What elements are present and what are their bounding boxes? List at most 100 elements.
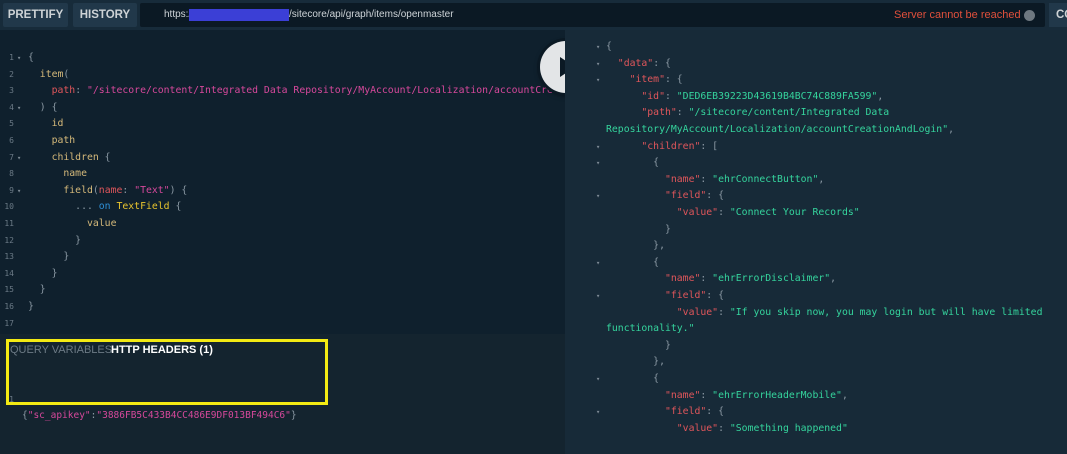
code-token: : (718, 306, 730, 318)
code-text: path: "/sitecore/content/Integrated Data… (28, 83, 565, 100)
line-number: 17 (4, 318, 14, 328)
result-text: "name": "ehrErrorHeaderMobile", (606, 388, 848, 405)
result-line: "id": "DED6EB39223D43619B4BC74C889FA599"… (565, 89, 1067, 106)
code-token: functionality." (606, 323, 695, 335)
code-text: id (28, 116, 64, 133)
code-token: "Something happened" (729, 422, 848, 434)
result-text: } (606, 222, 671, 239)
code-token: path (28, 85, 76, 97)
code-token: "DED6EB39223D43619B4BC74C889FA599" (676, 90, 878, 102)
result-text: "value": "If you skip now, you may login… (606, 305, 1043, 322)
result-text: "field": { (606, 188, 724, 205)
code-token: : { (653, 57, 671, 69)
code-token: "ehrErrorDisclaimer" (712, 273, 831, 285)
line-number: 12 (4, 235, 14, 245)
code-token: { (606, 256, 660, 268)
code-token: ) { (28, 101, 58, 113)
fold-arrow-icon: ▾ (596, 375, 601, 383)
code-line: 5 id (0, 116, 565, 133)
result-text: "value": "Connect Your Records" (606, 205, 860, 222)
code-text: } (28, 249, 69, 266)
server-status-text: Server cannot be reached (894, 9, 1021, 21)
result-line: ▾ "field": { (565, 288, 1067, 305)
code-line: 13 } (0, 249, 565, 266)
line-number: 16 (4, 302, 14, 311)
code-token: } (28, 267, 58, 279)
code-text: item( (28, 67, 70, 84)
code-token: } (28, 234, 82, 246)
result-text: { (606, 39, 612, 56)
code-token: }, (606, 240, 665, 252)
result-text: "id": "DED6EB39223D43619B4BC74C889FA599"… (606, 89, 883, 106)
code-token: { (606, 157, 660, 169)
url-path: /sitecore/api/graph/items/openmaster (289, 9, 454, 20)
fold-arrow-icon: ▾ (596, 76, 601, 85)
result-line: ▾{ (565, 39, 1067, 56)
fold-arrow-icon: ▾ (596, 142, 601, 151)
code-token: field (28, 184, 93, 196)
line-number: 15 (4, 285, 14, 295)
code-token: } (28, 284, 46, 296)
code-text: field(name: "Text") { (28, 183, 187, 200)
result-line: ▾ { (565, 255, 1067, 272)
code-token: "field" (606, 406, 707, 418)
code-token: "name" (606, 273, 701, 285)
code-token: "field" (606, 290, 707, 301)
code-token: : { (706, 406, 724, 418)
code-line: 2 item( (0, 67, 565, 84)
code-token: : { (706, 190, 724, 202)
code-token: Repository/MyAccount/Localization/accoun… (606, 124, 949, 135)
result-line: "value": "Connect Your Records" (565, 205, 1067, 222)
code-line: 6 path (0, 133, 565, 150)
code-token: , (818, 173, 825, 185)
code-token: children (28, 151, 99, 163)
line-number: 7 (9, 152, 14, 162)
code-token: "/sitecore/content/Integrated Data (688, 107, 890, 119)
code-token: "3886FB5C433B4CC486E9DF013BF494C6" (96, 410, 291, 421)
result-line: ▾ "children": [ (565, 139, 1067, 156)
server-status-dot-icon (1024, 10, 1035, 21)
copy-curl-button[interactable]: CO (1049, 3, 1067, 27)
result-text: { (606, 255, 659, 272)
code-token: } (290, 410, 297, 421)
redacted-host (189, 9, 289, 21)
result-text: "field": { (606, 404, 724, 421)
code-line: 12 } (0, 233, 565, 250)
code-token: : (700, 173, 713, 185)
result-line: "value": "If you skip now, you may login… (565, 305, 1067, 322)
code-text: name (28, 166, 87, 183)
fold-arrow-icon: ▾ (596, 159, 601, 168)
result-line: Repository/MyAccount/Localization/accoun… (565, 122, 1067, 139)
query-editor[interactable]: 1 ▾{2 item(3 path: "/sitecore/content/Int… (0, 30, 565, 334)
prettify-button[interactable]: PRETTIFY (3, 3, 68, 27)
code-token: : (718, 422, 730, 434)
line-number: 2 (9, 69, 14, 79)
code-token: id (28, 118, 64, 130)
code-line: 17 (0, 316, 565, 333)
endpoint-url-input[interactable]: https:// /sitecore/api/graph/items/openm… (140, 3, 1045, 27)
code-line: 11 value (0, 216, 565, 233)
code-token: : (122, 184, 135, 196)
line-number: 1 (9, 53, 14, 62)
result-line: ▾ "field": { (565, 404, 1067, 421)
fold-arrow-icon: ▾ (17, 186, 22, 195)
result-text: "name": "ehrErrorDisclaimer", (606, 271, 836, 288)
code-text: } (28, 282, 46, 299)
fold-arrow-icon: ▾ (17, 103, 22, 112)
fold-arrow-icon: ▾ (596, 292, 601, 300)
fold-arrow-icon: ▾ (596, 43, 601, 51)
history-button[interactable]: HISTORY (73, 3, 137, 27)
code-text: path (28, 133, 76, 150)
code-token: "Text" (134, 184, 170, 196)
code-token: : [ (700, 140, 719, 152)
result-text: "children": [ (606, 139, 718, 156)
code-text: } (28, 233, 81, 250)
code-line: 9 ▾ field(name: "Text") { (0, 183, 565, 200)
code-token: : (700, 389, 713, 401)
code-line: 14 } (0, 266, 565, 283)
fold-arrow-icon: ▾ (596, 192, 601, 201)
code-token: "/sitecore/content/Integrated Data Repos… (86, 85, 565, 97)
line-number: 6 (9, 136, 14, 145)
result-text: "item": { (606, 72, 683, 89)
result-line: ▾ { (565, 371, 1067, 388)
